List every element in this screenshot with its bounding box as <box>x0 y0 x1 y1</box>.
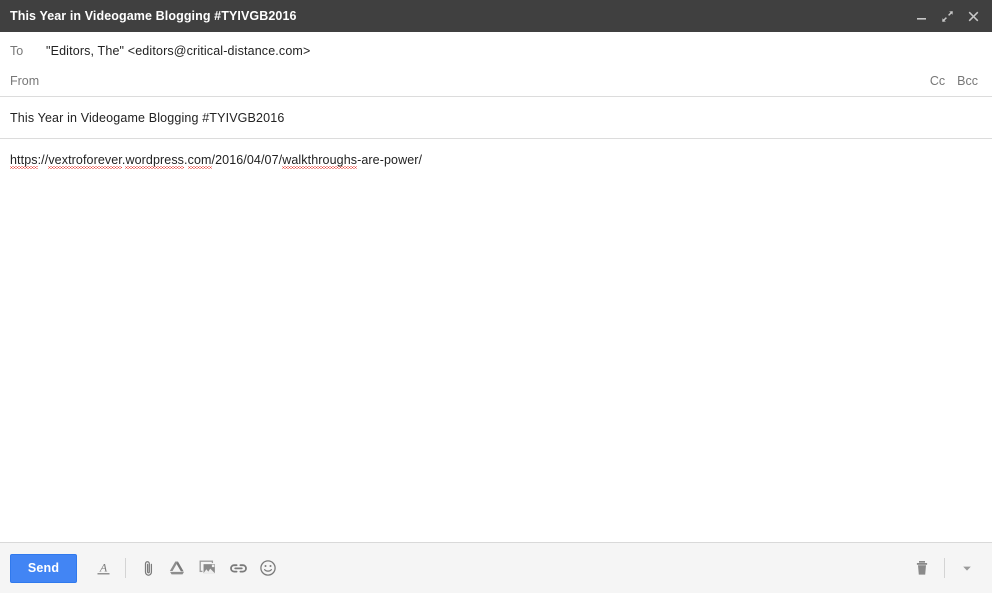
toolbar-divider-2 <box>944 558 945 578</box>
toolbar-icon-group: A <box>88 553 907 583</box>
google-drive-icon[interactable] <box>163 553 193 583</box>
to-input[interactable]: "Editors, The" <editors@critical-distanc… <box>46 44 978 58</box>
spellcheck-word: vextroforever <box>48 153 122 167</box>
message-body-input[interactable]: https://vextroforever.wordpress.com/2016… <box>10 152 978 169</box>
subject-input[interactable]: This Year in Videogame Blogging #TYIVGB2… <box>10 111 284 125</box>
spellcheck-word: com <box>187 153 212 167</box>
formatting-options-icon[interactable]: A <box>88 553 118 583</box>
cc-bcc-links: Cc Bcc <box>930 74 978 88</box>
toolbar-right-group <box>907 553 982 583</box>
insert-link-icon[interactable] <box>223 553 253 583</box>
send-button[interactable]: Send <box>10 553 77 583</box>
subject-field-row[interactable]: This Year in Videogame Blogging #TYIVGB2… <box>0 97 992 139</box>
more-options-icon[interactable] <box>952 553 982 583</box>
from-field-row[interactable]: From Cc Bcc <box>0 65 992 96</box>
attach-file-icon[interactable] <box>133 553 163 583</box>
compose-window: This Year in Videogame Blogging #TYIVGB2… <box>0 0 992 593</box>
window-controls <box>908 3 986 29</box>
from-label: From <box>10 73 40 88</box>
toolbar-divider-1 <box>125 558 126 578</box>
bcc-link[interactable]: Bcc <box>957 74 978 88</box>
minimize-icon[interactable] <box>908 3 934 29</box>
restore-down-icon[interactable] <box>934 3 960 29</box>
recipients-block: To "Editors, The" <editors@critical-dist… <box>0 32 992 97</box>
spellcheck-word: walkthroughs <box>282 153 358 167</box>
spellcheck-word: https <box>10 153 38 167</box>
title-bar: This Year in Videogame Blogging #TYIVGB2… <box>0 0 992 32</box>
insert-photo-icon[interactable] <box>193 553 223 583</box>
spellcheck-word: wordpress <box>125 153 185 167</box>
message-body-area[interactable]: https://vextroforever.wordpress.com/2016… <box>0 139 992 542</box>
svg-text:A: A <box>98 560 107 574</box>
cc-link[interactable]: Cc <box>930 74 945 88</box>
insert-emoji-icon[interactable] <box>253 553 283 583</box>
compose-toolbar: Send A <box>0 542 992 593</box>
window-title: This Year in Videogame Blogging #TYIVGB2… <box>10 9 297 23</box>
close-icon[interactable] <box>960 3 986 29</box>
to-field-row[interactable]: To "Editors, The" <editors@critical-dist… <box>0 32 992 65</box>
discard-draft-icon[interactable] <box>907 553 937 583</box>
to-label: To <box>10 43 24 58</box>
